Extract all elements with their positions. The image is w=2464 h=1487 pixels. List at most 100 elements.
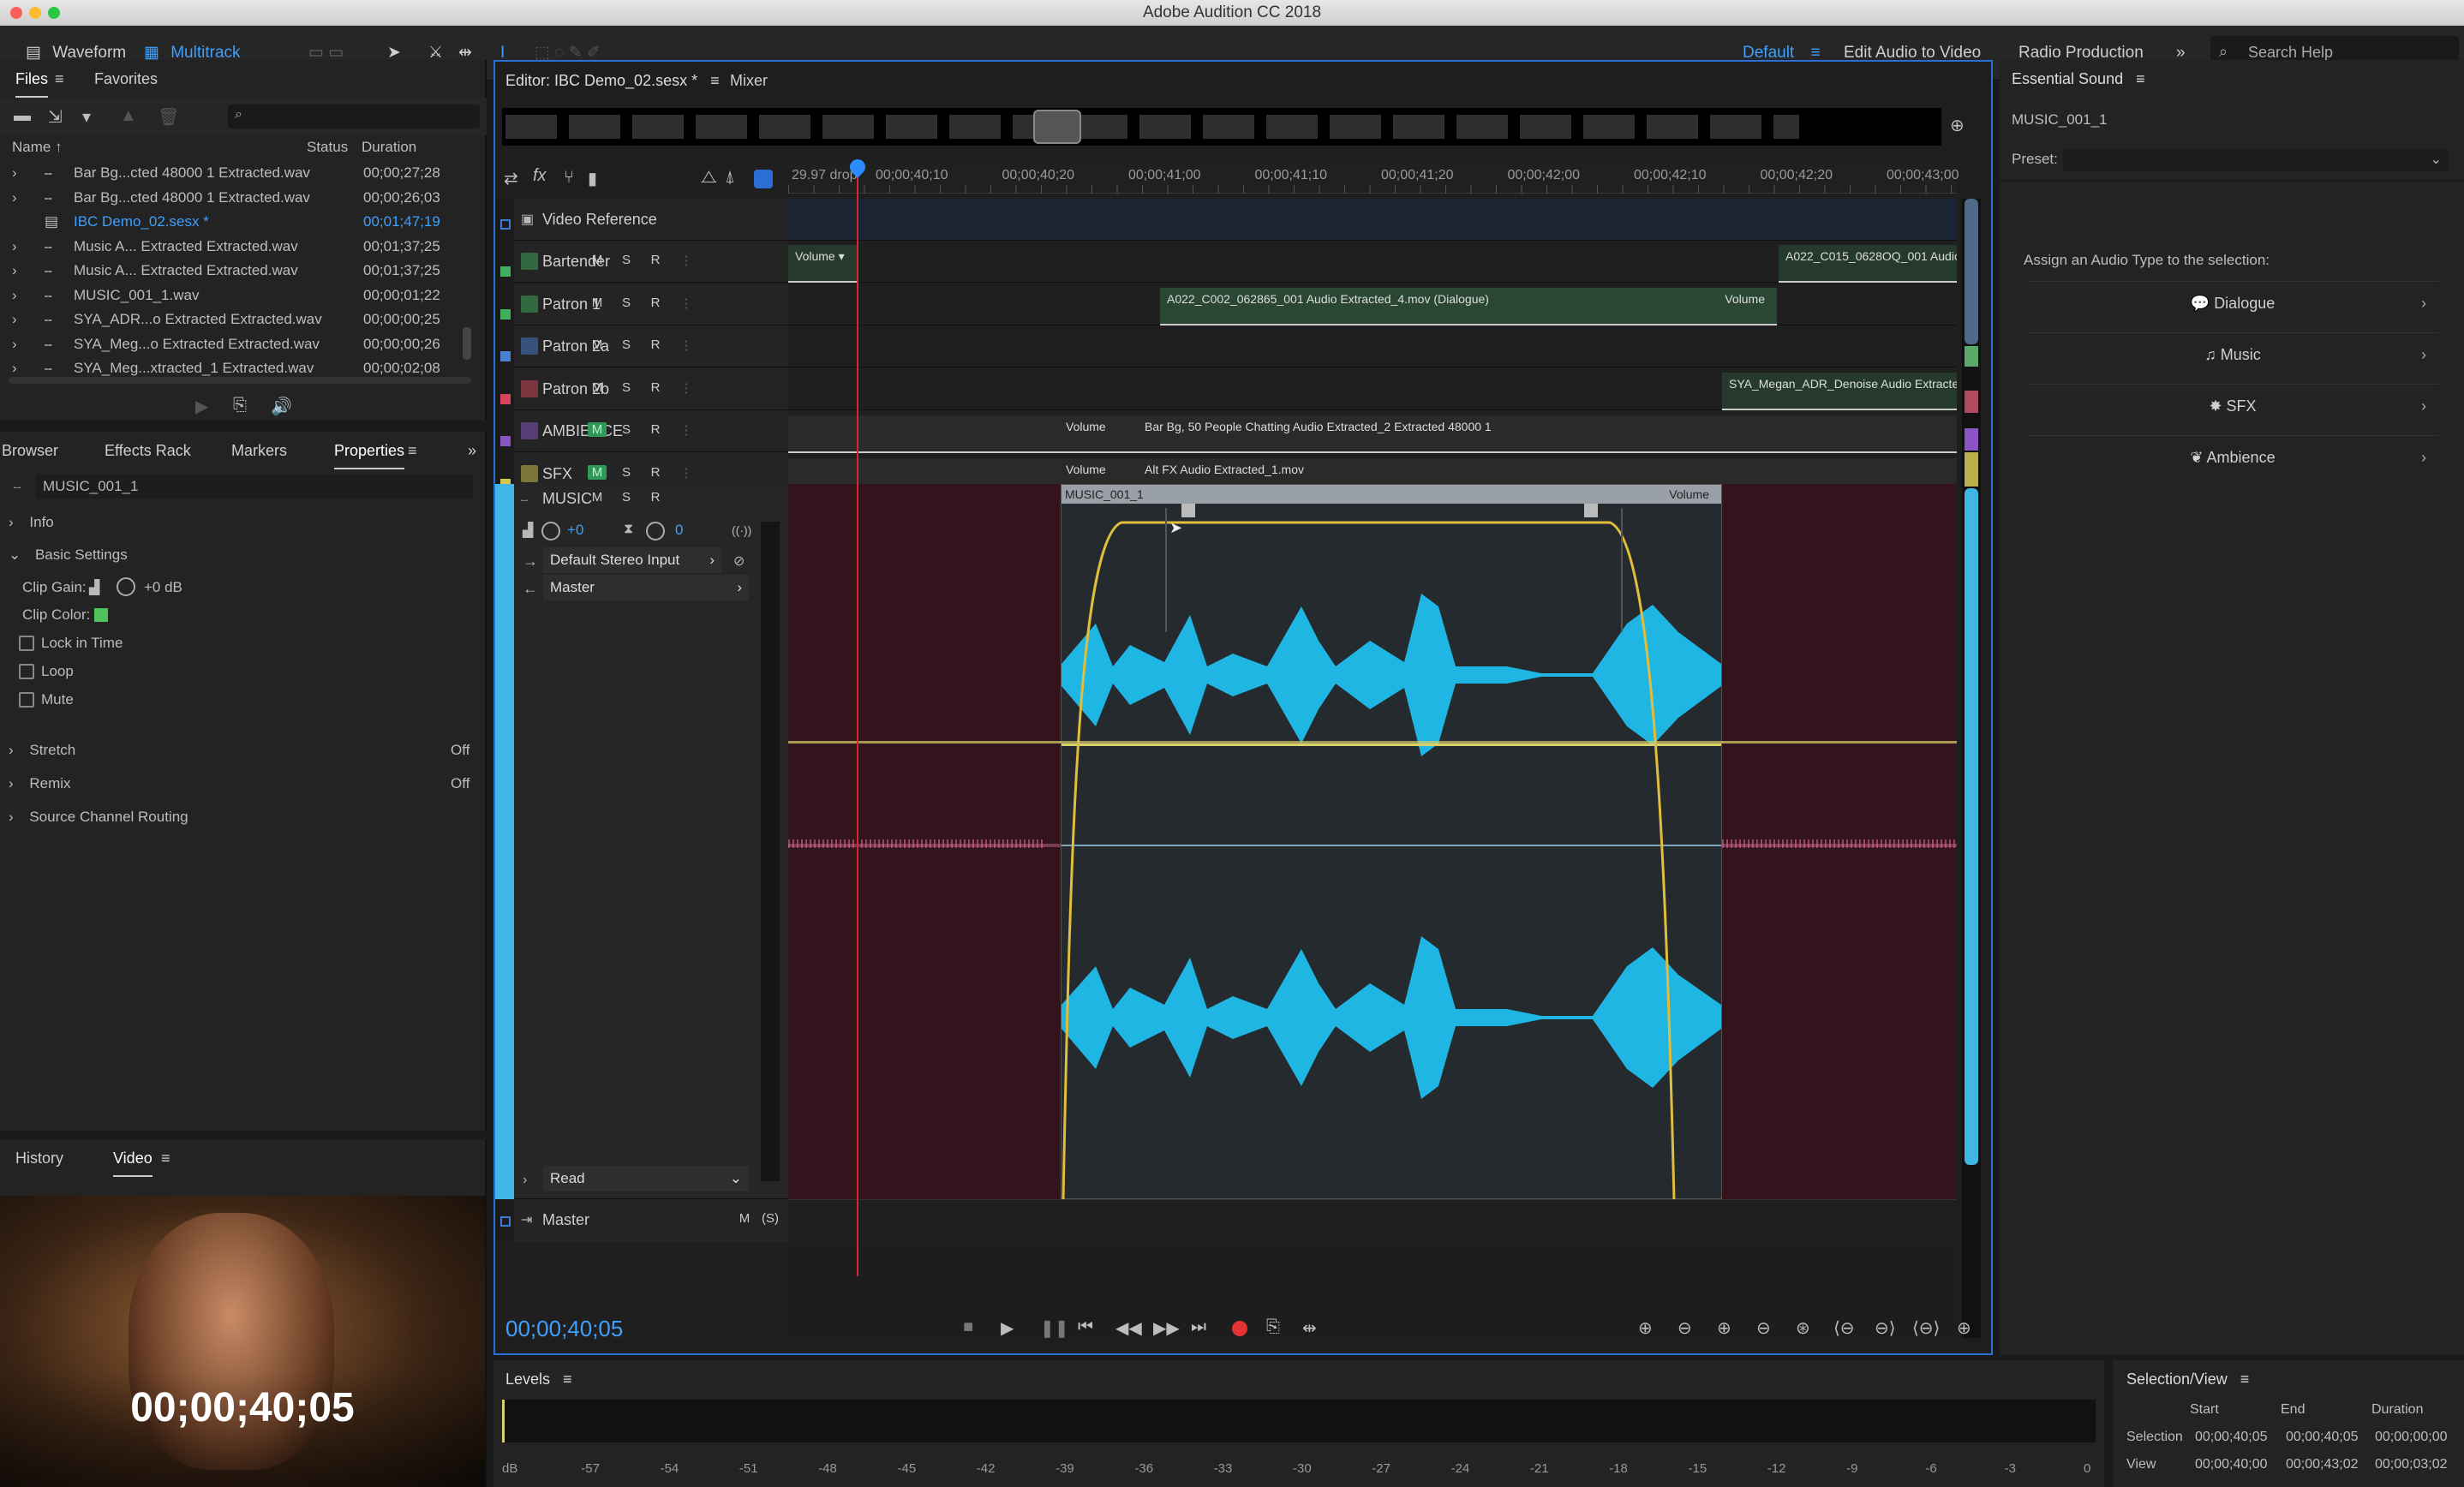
- lock-in-time-checkbox[interactable]: [19, 636, 34, 651]
- close-window-button[interactable]: [10, 7, 22, 19]
- file-row[interactable]: ▤ IBC Demo_02.sesx * 00;01;47;19: [0, 210, 476, 234]
- ambience-button[interactable]: ❦ Ambience ›: [2027, 435, 2438, 478]
- record-arm-button[interactable]: R: [646, 253, 665, 267]
- ambience-clip[interactable]: Volume Bar Bg, 50 People Chatting Audio E…: [788, 415, 1957, 453]
- tab-history[interactable]: History: [15, 1139, 63, 1177]
- play-icon[interactable]: ▶: [1001, 1317, 1014, 1339]
- track-options-icon[interactable]: ⋮: [677, 465, 696, 481]
- music-button[interactable]: ♫ Music ›: [2027, 332, 2438, 375]
- play-preview-icon[interactable]: ▶: [195, 396, 208, 417]
- files-vscroll[interactable]: [463, 327, 471, 360]
- insert-icon[interactable]: ▲: [120, 106, 137, 126]
- skip-previous-icon[interactable]: ⏮: [1078, 1317, 1093, 1337]
- expand-panels-icon[interactable]: »: [468, 432, 476, 469]
- scroll-thumb[interactable]: [1965, 488, 1978, 1165]
- master-solo-button[interactable]: (S): [761, 1211, 780, 1226]
- col-status[interactable]: Status: [307, 135, 348, 159]
- clip-gain-value[interactable]: +0 dB: [144, 576, 182, 600]
- timeline-area[interactable]: Volume ▾ A022_C015_0628OQ_001 Audio E A0…: [788, 156, 1957, 1338]
- clip-color-swatch[interactable]: [94, 608, 108, 622]
- track-options-icon[interactable]: ⋮: [677, 253, 696, 268]
- mute-button[interactable]: M: [588, 253, 607, 267]
- track-select-box[interactable]: [500, 1216, 511, 1227]
- sfx-button[interactable]: ✸ SFX ›: [2027, 384, 2438, 427]
- remix-section[interactable]: › Remix: [9, 772, 71, 796]
- pause-icon[interactable]: ❚❚: [1040, 1317, 1069, 1339]
- file-row[interactable]: › ⧿ Bar Bg...cted 48000 1 Extracted.wav 00;…: [0, 161, 476, 185]
- track-select-box[interactable]: [500, 219, 511, 230]
- track-select-box[interactable]: [500, 308, 511, 319]
- time-ruler[interactable]: 29.97 drop 00;00;40;10 00;00;40;20 00;00;4…: [788, 163, 1959, 194]
- tab-markers[interactable]: Markers: [231, 432, 287, 469]
- volume-value[interactable]: +0: [567, 522, 583, 539]
- view-start[interactable]: 00;00;40;00: [2195, 1453, 2268, 1477]
- music-track[interactable]: ⧿ MUSIC M S R ▟ +0 ⧗ 0 ((·)) → Default S…: [495, 484, 788, 1199]
- files-menu-icon[interactable]: ≡: [55, 60, 64, 98]
- zoom-window-button[interactable]: [48, 7, 60, 19]
- playhead[interactable]: [857, 163, 858, 1276]
- files-search-input[interactable]: ⌕: [228, 105, 480, 128]
- tab-video[interactable]: Video: [113, 1139, 153, 1177]
- info-section[interactable]: › Info: [9, 511, 54, 534]
- pan-value[interactable]: 0: [675, 522, 683, 539]
- overview-view-handle[interactable]: [1033, 110, 1081, 144]
- levels-title[interactable]: Levels ≡: [505, 1360, 572, 1398]
- track-select-box[interactable]: [500, 266, 511, 277]
- source-channel-routing-section[interactable]: › Source Channel Routing: [9, 805, 188, 829]
- selection-view-title[interactable]: Selection/View ≡: [2126, 1360, 2249, 1398]
- minimize-window-button[interactable]: [29, 7, 41, 19]
- current-timecode[interactable]: 00;00;40;05: [505, 1316, 623, 1342]
- mute-button[interactable]: M: [588, 422, 607, 437]
- zoom-in-point-icon[interactable]: ⟨⊖: [1833, 1317, 1855, 1339]
- loop-preview-icon[interactable]: ⎘: [233, 396, 247, 415]
- col-duration[interactable]: Duration: [362, 135, 416, 159]
- import-file-icon[interactable]: ⇲: [48, 106, 63, 128]
- patron2b-clip[interactable]: SYA_Megan_ADR_Denoise Audio Extracted: [1722, 373, 1957, 410]
- record-arm-button[interactable]: R: [646, 490, 665, 505]
- mute-button[interactable]: M: [588, 490, 607, 505]
- bartender-clip-b[interactable]: A022_C015_0628OQ_001 Audio E: [1779, 245, 1957, 283]
- track-select-box[interactable]: [500, 351, 511, 361]
- solo-button[interactable]: S: [617, 465, 636, 480]
- stretch-section[interactable]: › Stretch: [9, 738, 75, 762]
- expand-icon[interactable]: ›: [12, 332, 17, 356]
- eq-icon[interactable]: ▮: [588, 168, 597, 189]
- skip-selection-icon[interactable]: ⇹: [1302, 1317, 1317, 1339]
- expand-icon[interactable]: ›: [12, 284, 17, 308]
- clip-gain-knob[interactable]: [117, 577, 135, 596]
- patron1-clip[interactable]: A022_C002_062865_001 Audio Extracted_4.m…: [1160, 288, 1777, 325]
- solo-button[interactable]: S: [617, 422, 636, 437]
- basic-settings-section[interactable]: ⌄ Basic Settings: [9, 543, 128, 567]
- file-row[interactable]: › ⧿ SYA_Meg...o Extracted Extracted.wav 00;…: [0, 332, 476, 356]
- selection-duration[interactable]: 00;00;00;00: [2375, 1425, 2448, 1449]
- mute-button[interactable]: M: [588, 380, 607, 395]
- session-overview[interactable]: [502, 108, 1941, 146]
- skip-next-icon[interactable]: ⏭: [1191, 1317, 1206, 1337]
- solo-button[interactable]: S: [617, 253, 636, 267]
- record-icon[interactable]: [1232, 1321, 1247, 1336]
- zoom-out-time-icon[interactable]: ⊖: [1756, 1317, 1771, 1339]
- metronome-icon[interactable]: ⧍: [701, 168, 717, 188]
- mute-button[interactable]: M: [588, 296, 607, 310]
- output-select[interactable]: Master ›: [543, 575, 749, 600]
- stop-icon[interactable]: ■: [963, 1317, 973, 1337]
- master-mute-button[interactable]: M: [735, 1211, 754, 1226]
- zoom-to-selection-icon[interactable]: ⊕: [1957, 1317, 1971, 1339]
- fx-icon[interactable]: fx: [533, 166, 547, 186]
- autoplay-icon[interactable]: 🔊: [271, 396, 292, 417]
- mute-button[interactable]: M: [588, 337, 607, 352]
- track-select-box[interactable]: [500, 436, 511, 446]
- track-options-icon[interactable]: ⋮: [677, 296, 696, 311]
- snap-icon[interactable]: [754, 170, 773, 188]
- zoom-in-amplitude-icon[interactable]: ⊕: [1638, 1317, 1653, 1339]
- solo-button[interactable]: S: [617, 296, 636, 310]
- music-clip[interactable]: MUSIC_001_1 Volume ➤: [1061, 484, 1722, 1200]
- preset-select[interactable]: ⌄: [2063, 149, 2449, 171]
- input-select[interactable]: Default Stereo Input ›: [543, 547, 721, 573]
- sync-icon[interactable]: ⇄: [504, 168, 518, 189]
- mute-checkbox[interactable]: [19, 692, 34, 708]
- video-menu-icon[interactable]: ≡: [161, 1139, 170, 1177]
- pan-knob[interactable]: [646, 522, 665, 540]
- loop-playback-icon[interactable]: ⎘: [1266, 1317, 1280, 1337]
- selection-end[interactable]: 00;00;40;05: [2286, 1425, 2359, 1449]
